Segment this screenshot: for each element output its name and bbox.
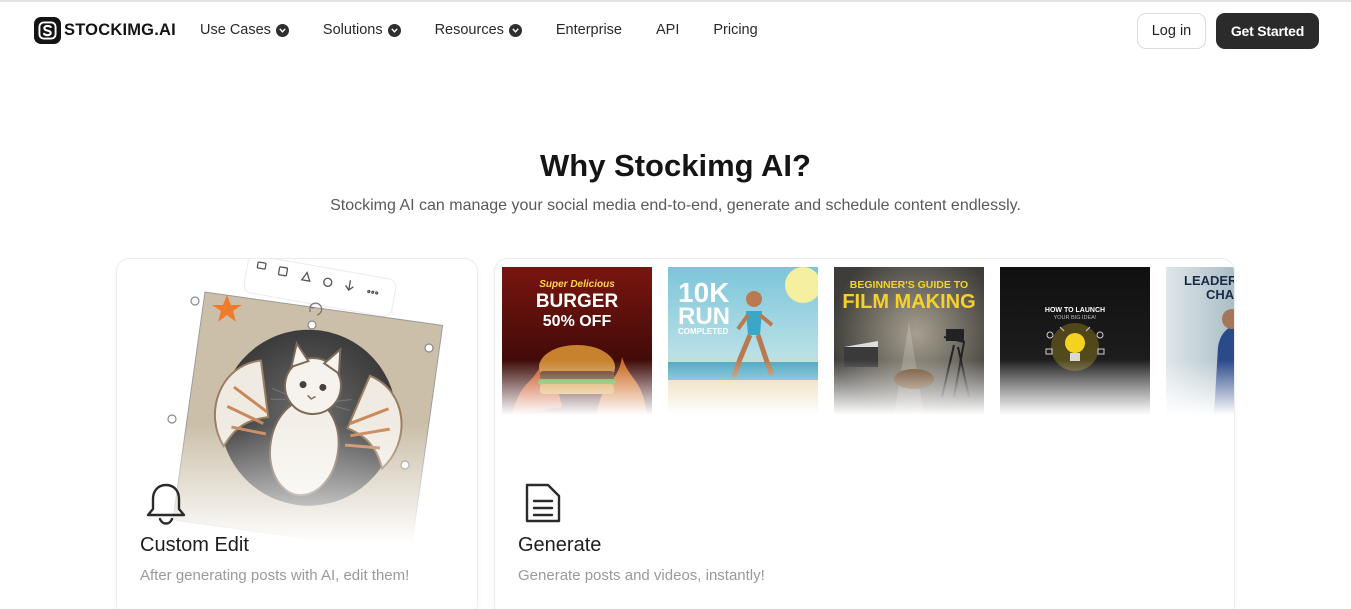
get-started-button[interactable]: Get Started [1216, 13, 1319, 49]
thumbnail-10k-run: 10K RUN COMPLETED [668, 267, 818, 415]
thumbnail-line1: HOW TO LAUNCH [1044, 307, 1106, 314]
nav-item-label: Resources [434, 22, 504, 38]
section-subtitle: Stockimg AI can manage your social media… [330, 197, 1021, 214]
nav-item-label: Use Cases [200, 22, 271, 38]
thumbnail-fade [668, 360, 818, 415]
thumbnail-line2: YOUR BIG IDEA! [1053, 315, 1097, 321]
feature-description: After generating posts with AI, edit the… [140, 567, 410, 584]
thumbnail-line3: COMPLETED [678, 327, 729, 336]
thumbnail-line1: LEADERS [1184, 273, 1234, 288]
thumbnail-fade [834, 360, 984, 415]
thumbnail-fade [1000, 360, 1150, 415]
nav-item-api[interactable]: API [656, 22, 679, 38]
nav-item-label: Pricing [713, 22, 758, 38]
thumbnail-launch-idea: HOW TO LAUNCH YOUR BIG IDEA! [1000, 267, 1150, 415]
thumbnail-line1: Super Delicious [539, 279, 615, 290]
thumbnail-film-making: BEGINNER'S GUIDE TO FILM MAKING [834, 267, 984, 415]
feature-title: Custom Edit [140, 534, 249, 556]
section-title: Why Stockimg AI? [540, 148, 811, 183]
thumbnail-burger-ad: Super Delicious BURGER 50% OFF [502, 267, 652, 415]
nav-item-label: Enterprise [555, 22, 622, 38]
brand-logo[interactable]: STOCKIMG.AI [34, 17, 176, 44]
bell-icon [146, 483, 186, 525]
thumbnail-fade [502, 360, 652, 415]
feature-title: Generate [518, 534, 602, 556]
feature-card-generate[interactable]: Super Delicious BURGER 50% OFF 10K RUN C… [494, 258, 1235, 609]
thumbnail-line2: CHA [1206, 287, 1235, 302]
nav-item-label: API [655, 22, 680, 38]
nav-item-enterprise[interactable]: Enterprise [556, 22, 622, 38]
nav-item-label: Solutions [322, 22, 383, 38]
thumbnail-line2: BURGER [535, 291, 619, 312]
main-nav: Use Cases Solutions Resources Enterprise… [200, 22, 792, 38]
logo-mark-icon [34, 17, 61, 44]
thumbnail-fade [1166, 360, 1234, 415]
chevron-down-icon [275, 23, 289, 37]
nav-item-use-cases[interactable]: Use Cases [200, 22, 289, 38]
thumbnail-leaders: LEADERS CHA [1166, 267, 1235, 415]
chevron-down-icon [387, 23, 401, 37]
nav-item-pricing[interactable]: Pricing [713, 22, 757, 38]
login-button[interactable]: Log in [1137, 13, 1206, 49]
nav-item-solutions[interactable]: Solutions [323, 22, 401, 38]
feature-card-custom-edit[interactable]: Custom Edit After generating posts with … [116, 258, 478, 609]
feature-description: Generate posts and videos, instantly! [518, 567, 765, 584]
thumbnail-line3: 50% OFF [542, 313, 612, 330]
thumbnail-line1: BEGINNER'S GUIDE TO [849, 279, 969, 291]
site-header: STOCKIMG.AI Use Cases Solutions Resource… [0, 2, 1351, 60]
nav-item-resources[interactable]: Resources [435, 22, 522, 38]
brand-name: STOCKIMG.AI [64, 21, 176, 39]
document-icon [525, 483, 561, 523]
chevron-down-icon [508, 23, 522, 37]
thumbnail-line2: FILM MAKING [842, 291, 976, 313]
